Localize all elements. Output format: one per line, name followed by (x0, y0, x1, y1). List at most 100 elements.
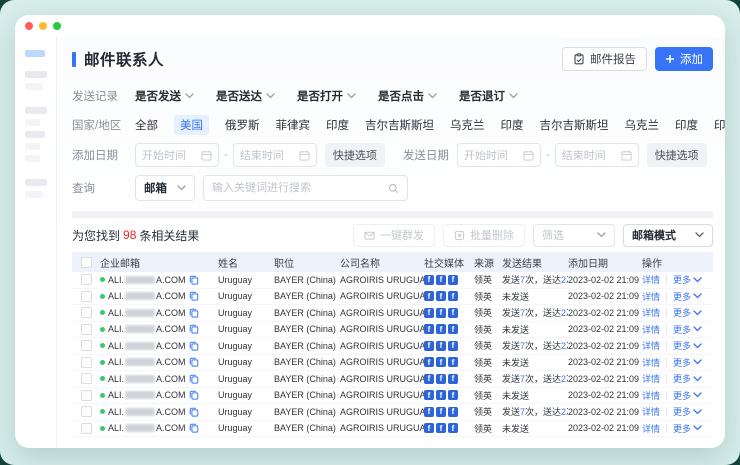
detail-link[interactable]: 详情 (642, 323, 660, 336)
facebook-icon[interactable]: f (448, 341, 458, 351)
row-checkbox[interactable] (81, 423, 92, 434)
row-checkbox[interactable] (81, 324, 92, 335)
facebook-icon[interactable]: f (424, 341, 434, 351)
country-option[interactable]: 吉尔吉斯斯坦 (540, 117, 609, 133)
facebook-icon[interactable]: f (424, 390, 434, 400)
row-checkbox[interactable] (81, 373, 92, 384)
query-field-select[interactable]: 邮箱 (135, 175, 195, 201)
country-option[interactable]: 俄罗斯 (225, 117, 260, 133)
more-link[interactable]: 更多 (673, 306, 702, 319)
row-checkbox[interactable] (81, 291, 92, 302)
facebook-icon[interactable]: f (436, 423, 446, 433)
detail-link[interactable]: 详情 (642, 306, 660, 319)
copy-icon[interactable] (189, 308, 199, 318)
country-option[interactable]: 印度 (501, 117, 524, 133)
facebook-icon[interactable]: f (436, 291, 446, 301)
table-row[interactable]: ALI.A.COM Uruguay BAYER (China) AGROIRIS… (72, 355, 713, 372)
facebook-icon[interactable]: f (448, 308, 458, 318)
row-checkbox[interactable] (81, 274, 92, 285)
more-link[interactable]: 更多 (673, 339, 702, 352)
row-checkbox[interactable] (81, 390, 92, 401)
copy-icon[interactable] (189, 341, 199, 351)
send-date-end-input[interactable]: 结束时间 (555, 143, 639, 167)
table-row[interactable]: ALI.A.COM Uruguay BAYER (China) AGROIRIS… (72, 421, 713, 438)
country-option[interactable]: 乌克兰 (450, 117, 485, 133)
copy-icon[interactable] (189, 357, 199, 367)
facebook-icon[interactable]: f (448, 357, 458, 367)
facebook-icon[interactable]: f (424, 357, 434, 367)
detail-link[interactable]: 详情 (642, 356, 660, 369)
facebook-icon[interactable]: f (448, 291, 458, 301)
facebook-icon[interactable]: f (424, 374, 434, 384)
sidebar-nav-placeholder[interactable] (25, 71, 47, 78)
detail-link[interactable]: 详情 (642, 372, 660, 385)
table-row[interactable]: ALI.A.COM Uruguay BAYER (China) AGROIRIS… (72, 305, 713, 322)
facebook-icon[interactable]: f (448, 275, 458, 285)
country-option[interactable]: 印度 (714, 117, 725, 133)
table-row[interactable]: ALI.A.COM Uruguay BAYER (China) AGROIRIS… (72, 404, 713, 421)
add-button[interactable]: 添加 (655, 47, 713, 71)
send-date-start-input[interactable]: 开始时间 (457, 143, 541, 167)
mail-report-button[interactable]: 邮件报告 (562, 47, 647, 71)
more-link[interactable]: 更多 (673, 389, 702, 402)
search-input[interactable] (212, 182, 388, 194)
send-record-dropdown[interactable]: 是否点击 (378, 88, 437, 104)
send-record-dropdown[interactable]: 是否送达 (216, 88, 275, 104)
copy-icon[interactable] (189, 291, 199, 301)
copy-icon[interactable] (189, 407, 199, 417)
facebook-icon[interactable]: f (448, 407, 458, 417)
country-option[interactable]: 乌克兰 (625, 117, 660, 133)
copy-icon[interactable] (189, 275, 199, 285)
sidebar-nav-placeholder[interactable] (25, 131, 45, 138)
facebook-icon[interactable]: f (424, 291, 434, 301)
facebook-icon[interactable]: f (448, 423, 458, 433)
table-row[interactable]: ALI.A.COM Uruguay BAYER (China) AGROIRIS… (72, 338, 713, 355)
sidebar-nav-placeholder[interactable] (25, 191, 43, 198)
row-checkbox[interactable] (81, 357, 92, 368)
window-control-close[interactable] (25, 22, 33, 30)
detail-link[interactable]: 详情 (642, 339, 660, 352)
facebook-icon[interactable]: f (448, 374, 458, 384)
bulk-send-button[interactable]: 一键群发 (353, 224, 435, 247)
detail-link[interactable]: 详情 (642, 405, 660, 418)
facebook-icon[interactable]: f (424, 407, 434, 417)
more-link[interactable]: 更多 (673, 405, 702, 418)
more-link[interactable]: 更多 (673, 323, 702, 336)
country-option[interactable]: 印度 (326, 117, 349, 133)
send-record-dropdown[interactable]: 是否退订 (459, 88, 518, 104)
facebook-icon[interactable]: f (424, 423, 434, 433)
country-option[interactable]: 菲律宾 (276, 117, 311, 133)
facebook-icon[interactable]: f (436, 341, 446, 351)
table-row[interactable]: ALI.A.COM Uruguay BAYER (China) AGROIRIS… (72, 371, 713, 388)
add-date-start-input[interactable]: 开始时间 (135, 143, 219, 167)
more-link[interactable]: 更多 (673, 372, 702, 385)
sidebar-nav-placeholder-active[interactable] (25, 50, 45, 57)
search-icon[interactable] (388, 183, 399, 194)
row-checkbox[interactable] (81, 307, 92, 318)
facebook-icon[interactable]: f (424, 308, 434, 318)
send-record-dropdown[interactable]: 是否发送 (135, 88, 194, 104)
copy-icon[interactable] (189, 324, 199, 334)
copy-icon[interactable] (189, 390, 199, 400)
add-date-end-input[interactable]: 结束时间 (233, 143, 317, 167)
row-checkbox[interactable] (81, 406, 92, 417)
window-control-zoom[interactable] (53, 22, 61, 30)
country-option[interactable]: 吉尔吉斯斯坦 (365, 117, 434, 133)
table-row[interactable]: ALI.A.COM Uruguay BAYER (China) AGROIRIS… (72, 272, 713, 289)
facebook-icon[interactable]: f (436, 374, 446, 384)
facebook-icon[interactable]: f (436, 308, 446, 318)
country-option[interactable]: 全部 (135, 117, 158, 133)
send-record-dropdown[interactable]: 是否打开 (297, 88, 356, 104)
mailbox-mode-select[interactable]: 邮箱模式 (623, 224, 713, 247)
country-option[interactable]: 美国 (174, 115, 209, 135)
bulk-delete-button[interactable]: 批量删除 (443, 224, 525, 247)
facebook-icon[interactable]: f (436, 357, 446, 367)
select-all-checkbox[interactable] (81, 257, 92, 268)
facebook-icon[interactable]: f (436, 407, 446, 417)
facebook-icon[interactable]: f (436, 390, 446, 400)
table-row[interactable]: ALI.A.COM Uruguay BAYER (China) AGROIRIS… (72, 388, 713, 405)
table-row[interactable]: ALI.A.COM Uruguay BAYER (China) AGROIRIS… (72, 322, 713, 339)
filter-select[interactable]: 筛选 (533, 224, 615, 247)
facebook-icon[interactable]: f (436, 324, 446, 334)
more-link[interactable]: 更多 (673, 290, 702, 303)
